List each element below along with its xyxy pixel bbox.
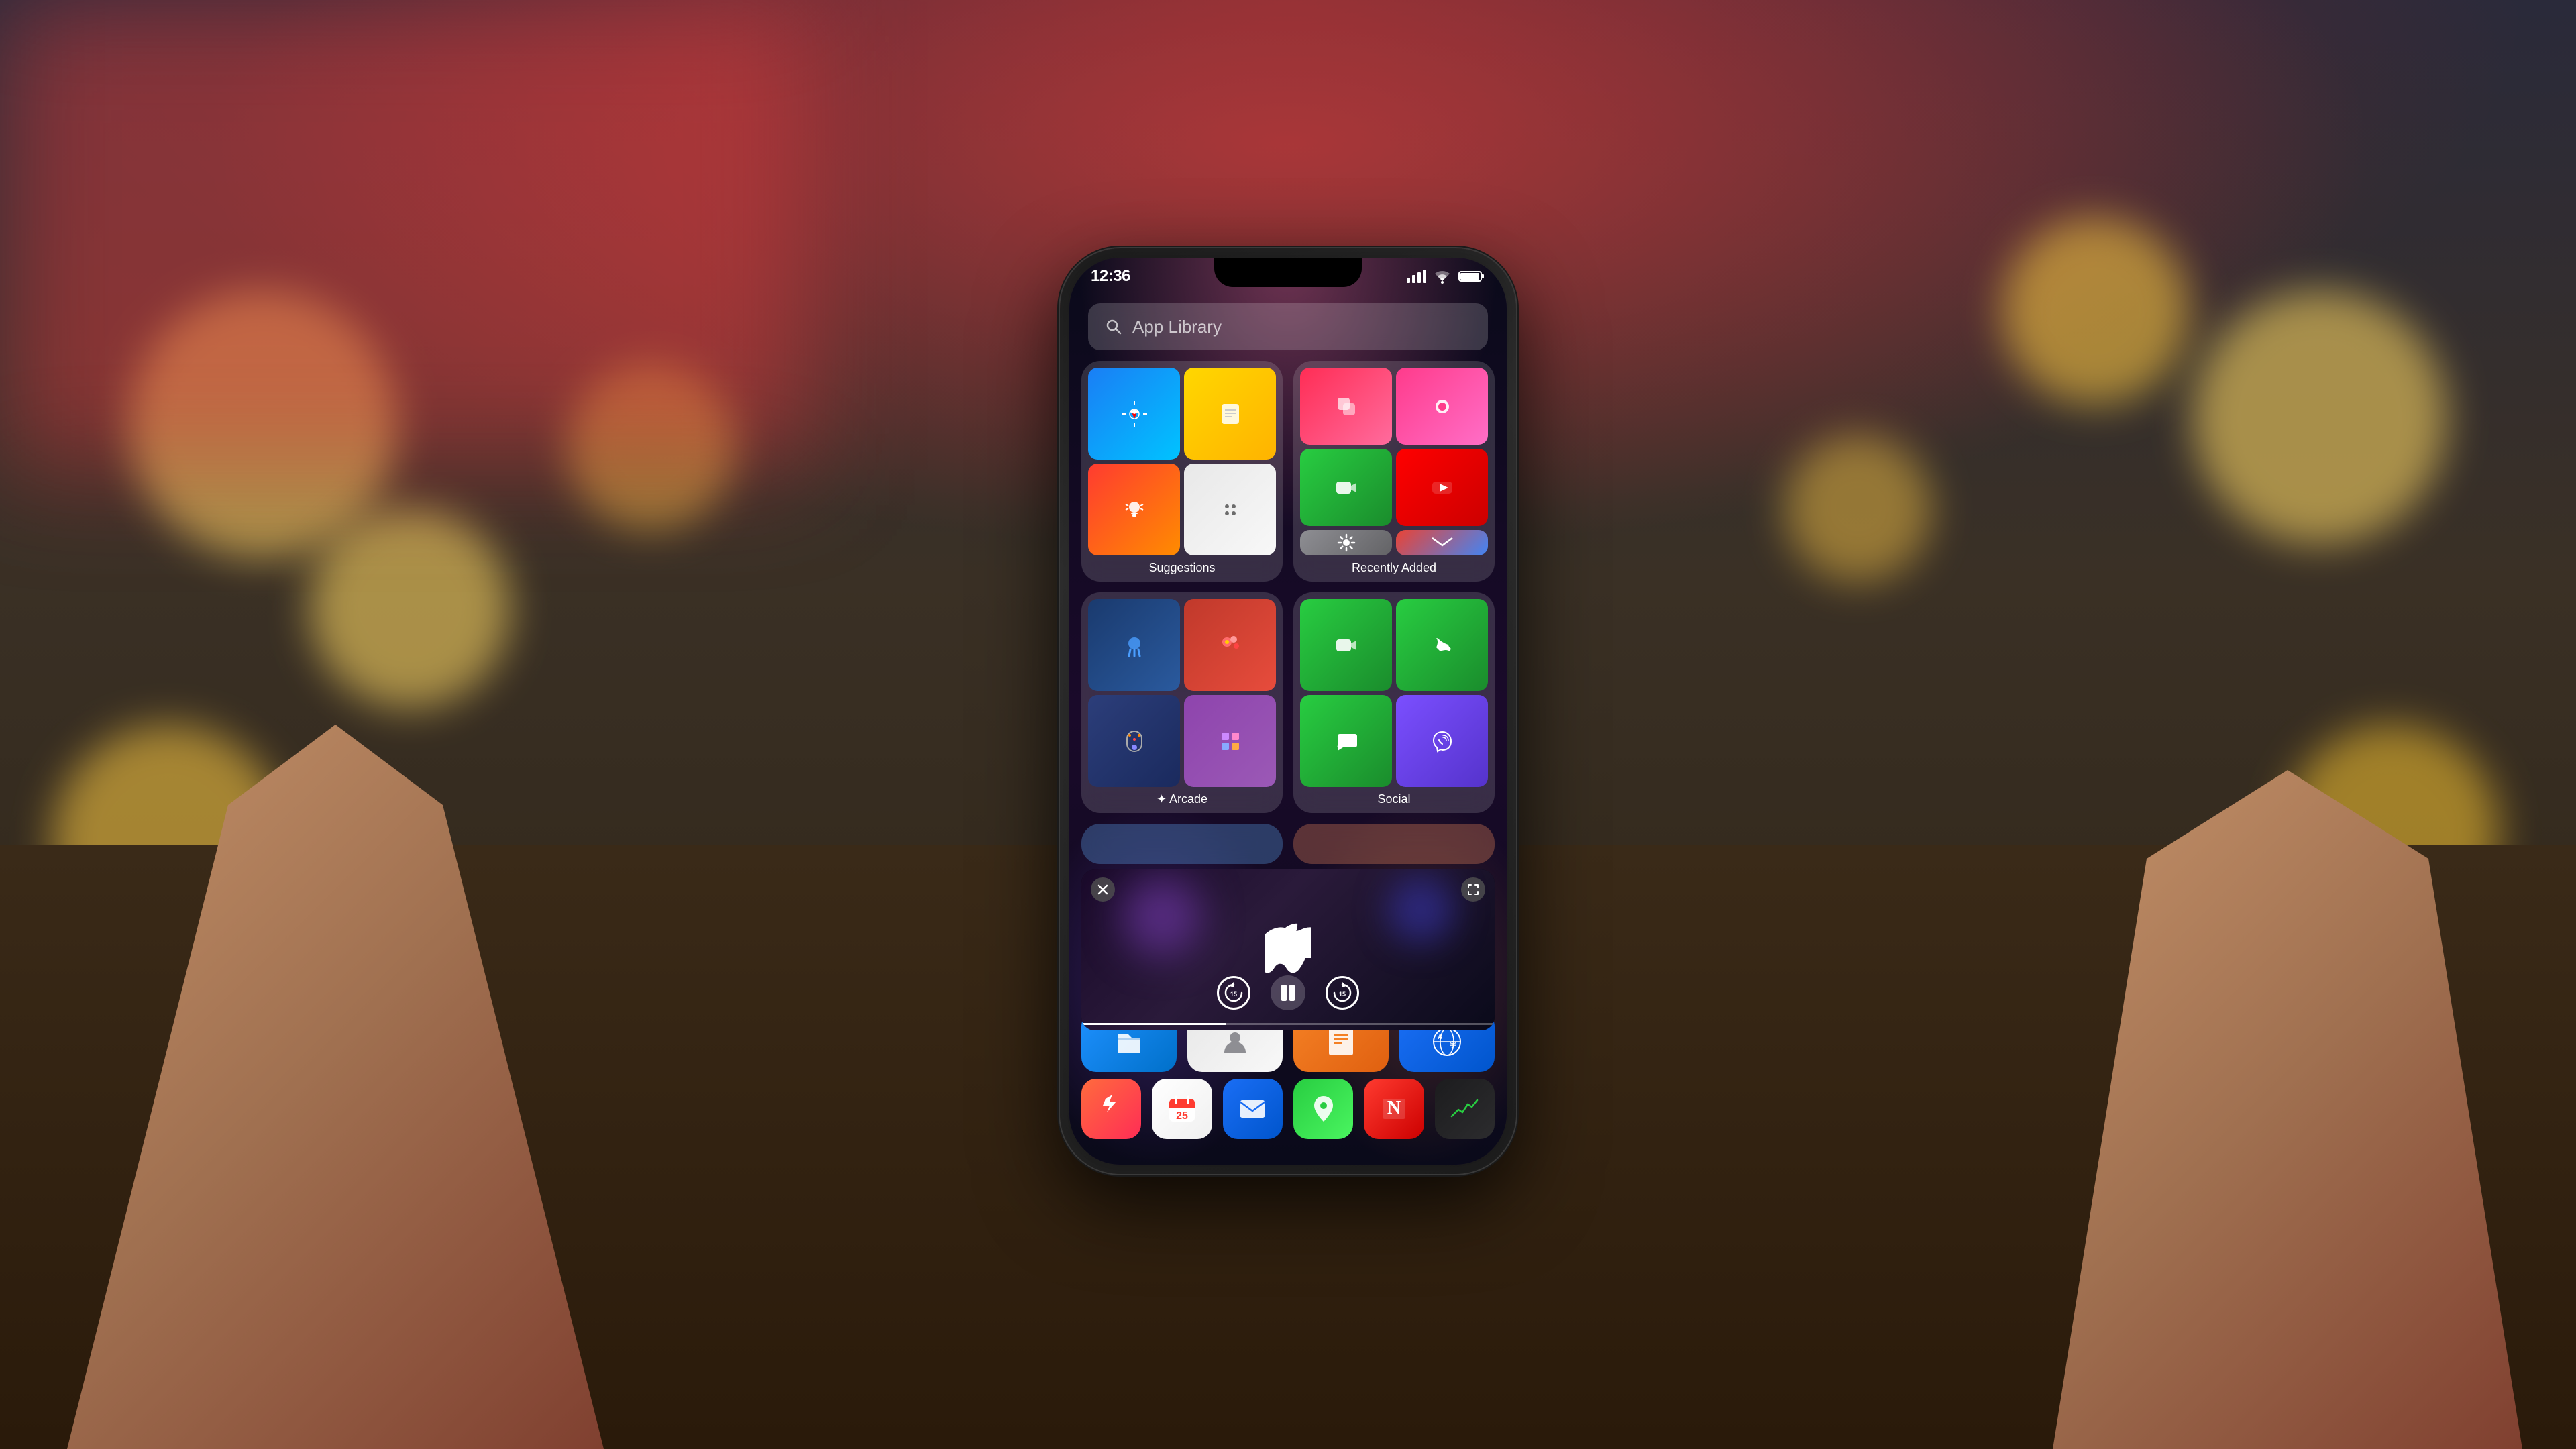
app-maps[interactable] [1293, 1079, 1353, 1139]
app-safari[interactable] [1088, 368, 1180, 460]
svg-text:N: N [1387, 1097, 1401, 1118]
app-youtube[interactable] [1396, 449, 1488, 526]
folder-arcade-label: ✦ Arcade [1088, 792, 1276, 806]
svg-text:字: 字 [1450, 1040, 1456, 1049]
folder-arcade[interactable]: ✦ Arcade [1081, 592, 1283, 813]
bokeh-light-7 [1784, 435, 1932, 582]
folder-suggestions-label: Suggestions [1088, 561, 1276, 575]
app-shortcuts[interactable] [1081, 1079, 1141, 1139]
wifi-icon [1433, 269, 1452, 284]
video-progress-fill [1081, 1023, 1226, 1025]
dock-row-2: 25 N [1081, 1079, 1495, 1139]
folder-row-2: ✦ Arcade [1081, 592, 1495, 813]
app-settings[interactable] [1300, 530, 1392, 555]
svg-text:25: 25 [1176, 1110, 1188, 1122]
folder-partial-left[interactable] [1081, 824, 1283, 864]
app-beacon[interactable] [1396, 368, 1488, 445]
folder-recently-added-label: Recently Added [1300, 561, 1488, 575]
app-phone[interactable] [1396, 599, 1488, 691]
app-gmail[interactable] [1396, 530, 1488, 555]
battery-icon [1458, 270, 1485, 283]
signal-icon [1407, 270, 1426, 283]
bokeh-light-2 [309, 507, 511, 708]
video-close-button[interactable] [1091, 877, 1115, 902]
video-controls: 15 15 [1217, 975, 1359, 1010]
app-stocks[interactable] [1435, 1079, 1495, 1139]
app-puzzle[interactable] [1184, 695, 1276, 787]
iphone-screen[interactable]: 12:36 [1069, 258, 1507, 1165]
status-icons [1407, 269, 1485, 284]
bokeh-light-5 [2192, 290, 2447, 545]
video-player-overlay[interactable]: 15 15 [1081, 869, 1495, 1030]
app-viber[interactable] [1396, 695, 1488, 787]
app-superimpose[interactable] [1300, 368, 1392, 445]
app-calendar[interactable]: 25 [1152, 1079, 1212, 1139]
search-bar[interactable]: App Library [1088, 303, 1488, 350]
folder-partial-right[interactable] [1293, 824, 1495, 864]
pause-button[interactable] [1271, 975, 1305, 1010]
app-facetime-recently[interactable] [1300, 449, 1392, 526]
video-progress-bar[interactable] [1081, 1023, 1495, 1025]
app-reminders[interactable] [1184, 464, 1276, 555]
folder-recently-added[interactable]: Recently Added [1293, 361, 1495, 582]
folder-social-label: Social [1300, 792, 1488, 806]
wall-red-glow [0, 0, 805, 470]
folder-suggestions[interactable]: Suggestions [1081, 361, 1283, 582]
search-bar-label: App Library [1132, 317, 1222, 337]
iphone-body: 12:36 [1060, 248, 1516, 1174]
app-facetime-social[interactable] [1300, 599, 1392, 691]
bokeh-light-6 [2002, 217, 2190, 405]
apple-logo-video [1265, 923, 1311, 977]
app-mail[interactable] [1223, 1079, 1283, 1139]
folder-row-1: Suggestions [1081, 361, 1495, 582]
folder-social[interactable]: Social [1293, 592, 1495, 813]
app-speeko[interactable] [1088, 464, 1180, 555]
app-squids[interactable] [1088, 599, 1180, 691]
video-expand-button[interactable] [1461, 877, 1485, 902]
search-icon [1104, 317, 1123, 336]
app-pinball[interactable] [1088, 695, 1180, 787]
app-messages[interactable] [1300, 695, 1392, 787]
svg-text:15: 15 [1230, 991, 1237, 998]
app-notes[interactable] [1184, 368, 1276, 460]
svg-text:A: A [1438, 1034, 1442, 1041]
svg-text:15: 15 [1339, 991, 1346, 998]
skip-back-button[interactable]: 15 [1217, 976, 1250, 1010]
status-time: 12:36 [1091, 267, 1130, 286]
skip-forward-button[interactable]: 15 [1326, 976, 1359, 1010]
notch [1214, 258, 1362, 287]
app-news[interactable]: N [1364, 1079, 1424, 1139]
iphone-device: 12:36 [1060, 248, 1516, 1174]
app-garden[interactable] [1184, 599, 1276, 691]
